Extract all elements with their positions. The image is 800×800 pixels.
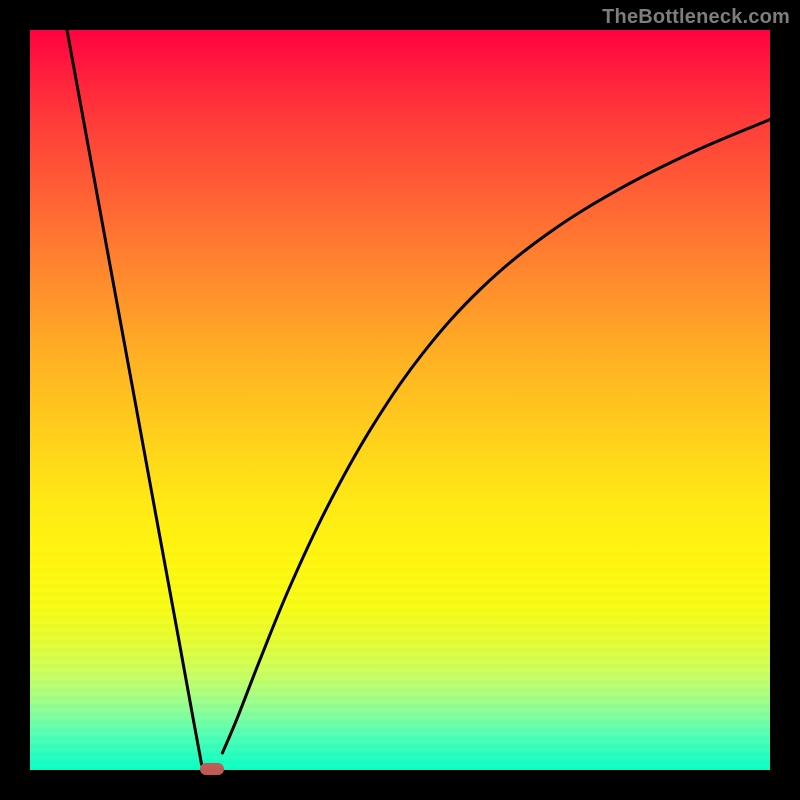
curve-svg [30, 30, 770, 770]
chart-stage: TheBottleneck.com [0, 0, 800, 800]
plot-area [30, 30, 770, 770]
watermark-text: TheBottleneck.com [602, 6, 790, 29]
minimum-marker [200, 763, 224, 775]
curve-left-branch [67, 30, 202, 765]
curve-right-branch [222, 120, 770, 753]
